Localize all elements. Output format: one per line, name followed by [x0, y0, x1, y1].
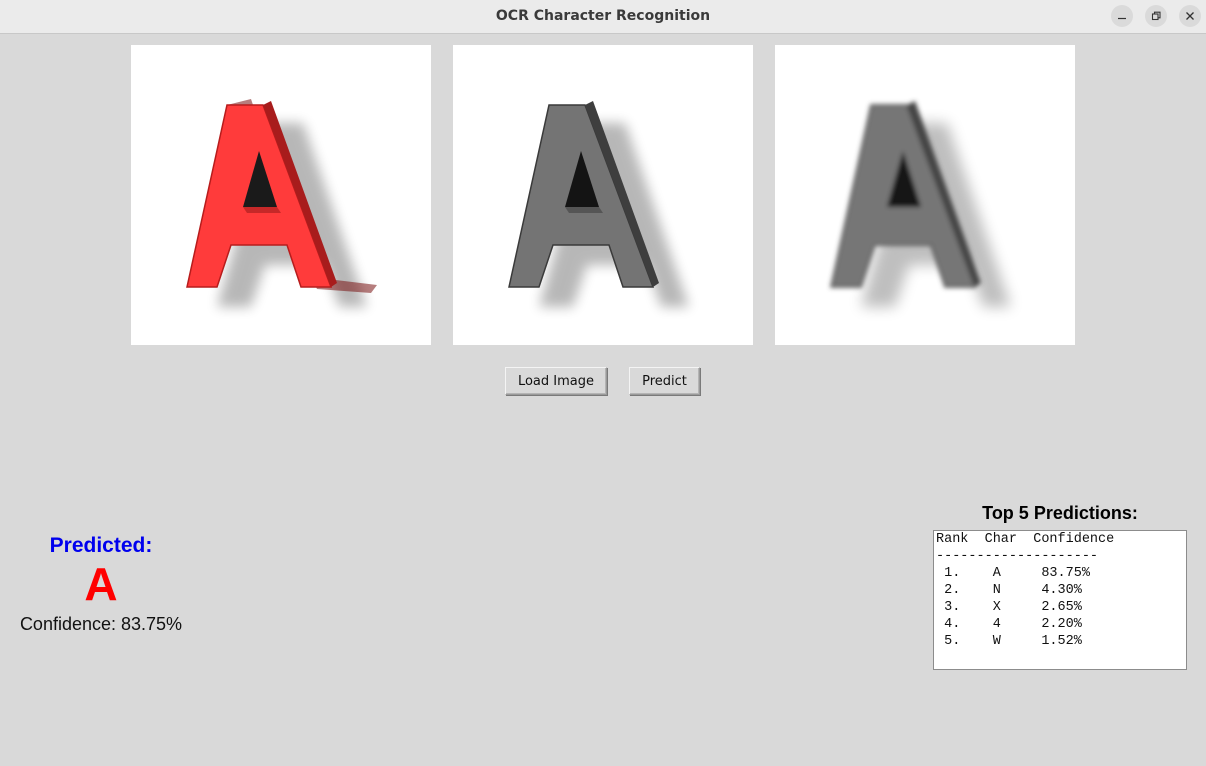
letter-a-image-blurred — [830, 101, 1011, 307]
minimize-icon — [1118, 17, 1126, 20]
grayscale-image-panel — [453, 45, 753, 345]
top5-row: 3. X 2.65% — [936, 600, 1082, 615]
window-title: OCR Character Recognition — [495, 8, 711, 24]
top5-text-box[interactable]: Rank Char Confidence -------------------… — [933, 530, 1187, 670]
predicted-label: Predicted: — [49, 534, 153, 557]
minimize-button[interactable] — [1111, 5, 1133, 27]
top5-row: 1. A 83.75% — [936, 566, 1090, 581]
close-button[interactable] — [1179, 5, 1201, 27]
top5-title: Top 5 Predictions: — [982, 503, 1138, 523]
letter-a-image-grayscale — [508, 101, 689, 307]
load-image-button[interactable]: Load Image — [505, 367, 607, 395]
top5-row: 2. N 4.30% — [936, 583, 1082, 598]
predict-button[interactable]: Predict — [629, 367, 700, 395]
restore-icon — [1151, 11, 1161, 21]
top5-row: 4. 4 2.20% — [936, 617, 1082, 632]
original-image-panel — [131, 45, 431, 345]
top5-row: 5. W 1.52% — [936, 634, 1082, 649]
confidence-text: Confidence: 83.75% — [19, 614, 183, 634]
close-icon — [1186, 12, 1194, 20]
letter-a-image-original — [186, 99, 377, 307]
top5-separator: -------------------- — [936, 549, 1099, 564]
blurred-image-panel — [775, 45, 1075, 345]
predicted-character: A — [84, 558, 118, 610]
top5-header: Rank Char Confidence — [936, 532, 1115, 547]
title-bar: OCR Character Recognition — [0, 0, 1206, 34]
restore-button[interactable] — [1145, 5, 1167, 27]
